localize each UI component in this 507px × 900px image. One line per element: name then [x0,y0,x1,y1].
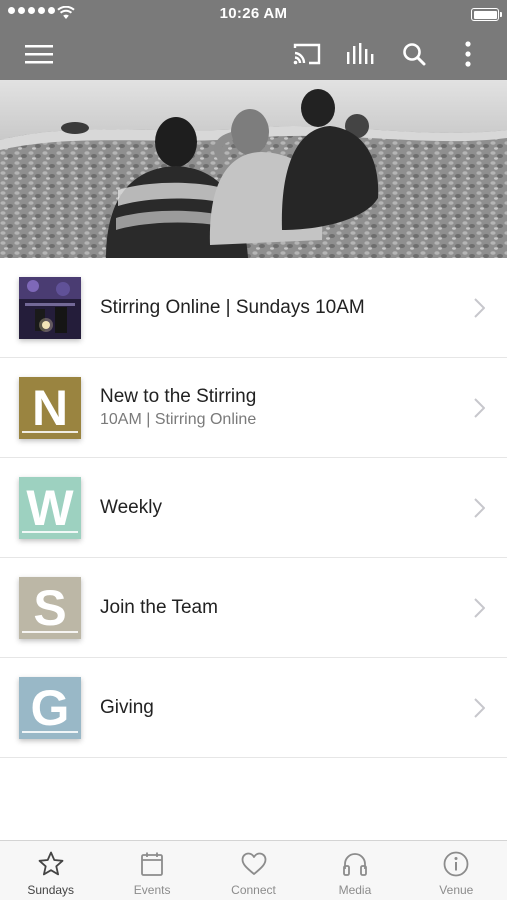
chevron-right-icon [474,298,485,318]
list-item-thumbnail: N [19,377,81,439]
tab-label: Venue [439,883,474,897]
cast-icon [293,43,321,65]
list-item-title: Giving [100,696,154,718]
chevron-right-icon [474,398,485,418]
chevron-right-icon [474,698,485,718]
list-item-thumbnail: G [19,677,81,739]
more-vertical-icon [465,41,471,67]
calendar-icon [141,852,164,876]
heart-icon [241,852,266,875]
search-icon [403,43,426,66]
tab-venue[interactable]: Venue [406,841,507,900]
list-item-title: Join the Team [100,596,218,618]
audio-bars-icon [347,43,374,64]
list-item-title: Stirring Online | Sundays 10AM [100,296,365,318]
list-item-title: Weekly [100,496,162,518]
top-bar: 10:26 AM [0,0,507,80]
list-item-stirring-online[interactable]: Stirring Online | Sundays 10AM [0,258,507,358]
thumbnail-letter: N [31,380,69,436]
tab-label: Events [133,883,171,897]
battery-icon [471,8,502,21]
list-item-thumbnail [19,277,81,339]
chevron-right-icon [474,498,485,518]
star-icon [38,851,64,876]
tab-label: Sundays [27,883,75,897]
headphones-icon [343,853,367,876]
info-icon [443,851,469,877]
worship-photo-image [19,277,81,339]
menu-button[interactable] [21,36,57,72]
tab-media[interactable]: Media [304,841,405,900]
list-item-new-to-stirring[interactable]: N New to the Stirring 10AM | Stirring On… [0,358,507,458]
content-list: Stirring Online | Sundays 10AM N New to … [0,258,507,758]
status-time: 10:26 AM [219,5,288,22]
list-item-thumbnail: W [19,477,81,539]
thumbnail-letter: G [30,680,70,736]
tab-label: Media [338,883,372,897]
tab-connect[interactable]: Connect [203,841,304,900]
hero-image [0,80,507,258]
cast-button[interactable] [289,36,325,72]
more-options-button[interactable] [450,36,486,72]
tab-bar: Sundays Events Connect Media Venue [0,840,507,900]
list-item-giving[interactable]: G Giving [0,658,507,758]
search-button[interactable] [396,36,432,72]
thumbnail-letter: W [26,480,74,536]
list-item-title: New to the Stirring [100,386,257,407]
list-item-weekly[interactable]: W Weekly [0,458,507,558]
thumbnail-letter: S [33,580,67,636]
status-bar: 10:26 AM [0,0,507,28]
menu-icon [25,45,53,64]
list-item-subtitle: 10AM | Stirring Online [100,411,257,428]
tab-sundays[interactable]: Sundays [0,841,101,900]
navigation-bar [0,28,507,80]
list-item-join-the-team[interactable]: S Join the Team [0,558,507,658]
chevron-right-icon [474,598,485,618]
tab-events[interactable]: Events [101,841,202,900]
list-item-thumbnail: S [19,577,81,639]
hero-photo [0,80,507,258]
audio-button[interactable] [343,36,379,72]
tab-label: Connect [231,883,276,897]
